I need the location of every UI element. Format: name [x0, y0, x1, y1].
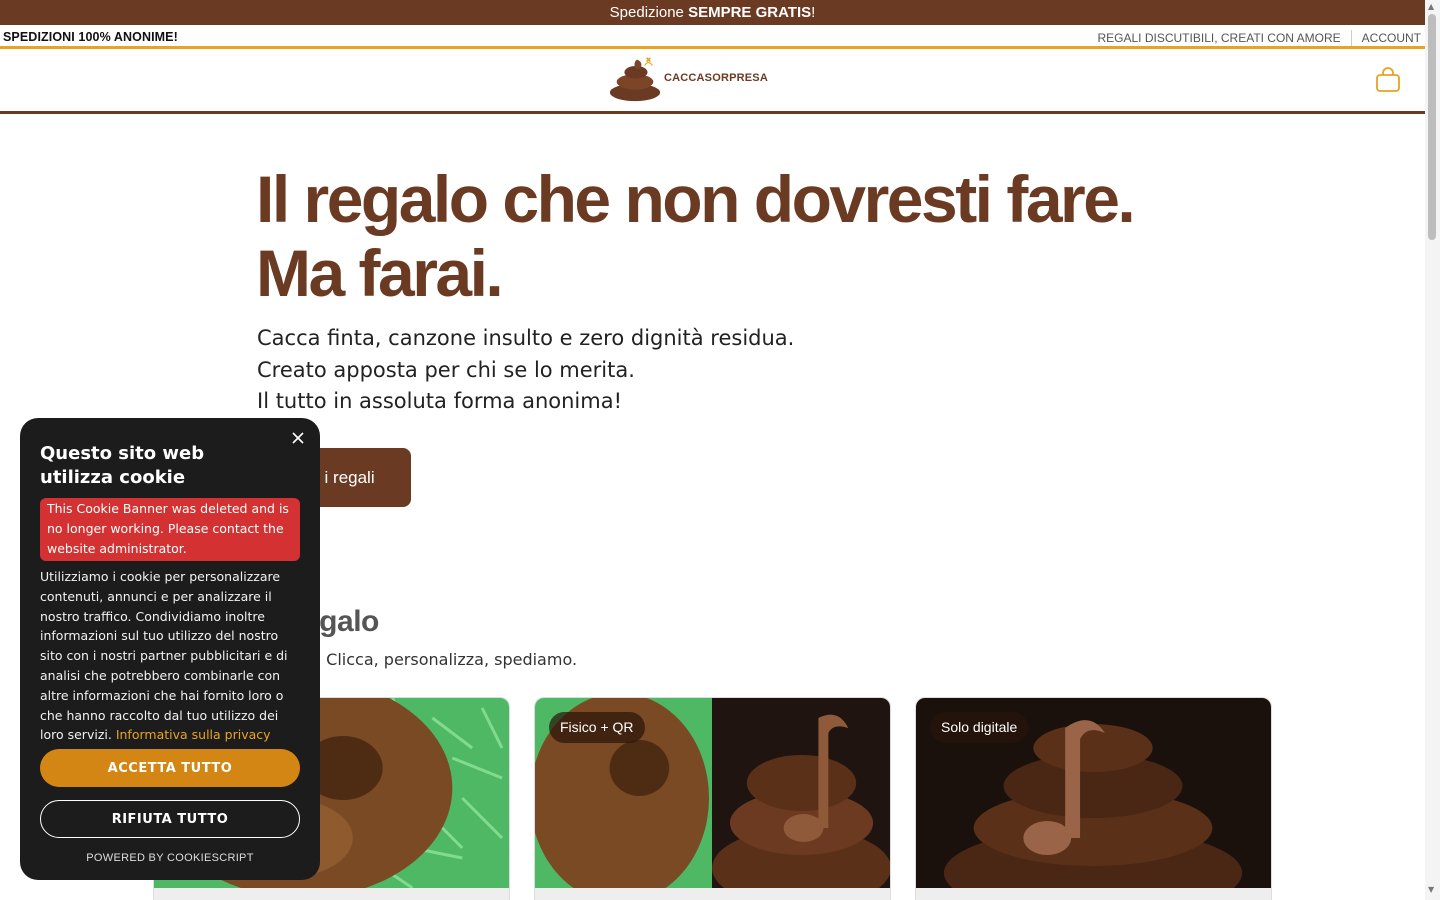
section-subtitle-text: . Clicca, personalizza, spediamo.: [316, 650, 578, 669]
hero-subtitle: Cacca finta, canzone insulto e zero dign…: [257, 323, 794, 418]
shopping-bag-icon: [1376, 67, 1400, 92]
utility-links: REGALI DISCUTIBILI, CREATI CON AMORE ACC…: [1098, 30, 1421, 46]
scroll-down-arrow-icon[interactable]: ▼: [1428, 885, 1434, 894]
tagline-link[interactable]: REGALI DISCUTIBILI, CREATI CON AMORE: [1098, 31, 1341, 45]
hero-title-line2: Ma farai.: [256, 236, 504, 310]
scroll-up-arrow-icon[interactable]: ▲: [1428, 2, 1434, 11]
product-badge: Solo digitale: [930, 712, 1029, 743]
site-logo[interactable]: CACCASORPRESA: [608, 52, 768, 104]
promo-bold: SEMPRE GRATIS: [688, 4, 812, 21]
cookie-body-text: Utilizziamo i cookie per personalizzare …: [40, 569, 288, 743]
hero-sub-line2: Creato apposta per chi se lo merita.: [257, 357, 635, 382]
reject-all-button[interactable]: RIFIUTA TUTTO: [40, 800, 300, 838]
page-scrollbar[interactable]: ▲ ▼: [1425, 0, 1440, 900]
account-link[interactable]: ACCOUNT: [1362, 31, 1421, 45]
close-icon[interactable]: [290, 430, 306, 446]
cookie-title: Questo sito web utilizza cookie: [40, 443, 205, 488]
privacy-policy-link[interactable]: Informativa sulla privacy: [116, 727, 271, 742]
cookie-error-alert: This Cookie Banner was deleted and is no…: [40, 498, 300, 561]
utility-bar: SPEDIZIONI 100% ANONIME! REGALI DISCUTIB…: [0, 25, 1425, 49]
cookie-description: Utilizziamo i cookie per personalizzare …: [40, 567, 300, 745]
cart-button[interactable]: [1374, 66, 1402, 94]
site-header: CACCASORPRESA: [0, 52, 1425, 114]
hero-sub-line1: Cacca finta, canzone insulto e zero dign…: [257, 326, 795, 350]
product-card-physical-qr[interactable]: Fisico + QR: [534, 697, 891, 900]
hero-sub-line3: Il tutto in assoluta forma anonima!: [257, 389, 622, 413]
divider: [1350, 30, 1352, 46]
anonymous-shipping-note: SPEDIZIONI 100% ANONIME!: [3, 30, 178, 44]
accept-all-button[interactable]: ACCETTA TUTTO: [40, 749, 300, 787]
promo-prefix: Spedizione: [609, 4, 689, 21]
product-badge: Fisico + QR: [549, 712, 645, 743]
product-card-digital[interactable]: Solo digitale: [915, 697, 1272, 900]
hero-title-line1: Il regalo che non dovresti fare.: [256, 162, 1136, 236]
promo-suffix: !: [811, 4, 816, 21]
scroll-thumb[interactable]: [1428, 14, 1436, 240]
hero-title: Il regalo che non dovresti fare. Ma fara…: [256, 162, 1256, 310]
promo-bar: Spedizione SEMPRE GRATIS!: [0, 0, 1425, 25]
cookie-banner: Questo sito web utilizza cookie This Coo…: [20, 418, 320, 880]
poop-logo-icon: [609, 57, 661, 102]
logo-text: CACCASORPRESA: [663, 72, 768, 84]
powered-by-cookiescript[interactable]: POWERED BY COOKIESCRIPT: [20, 852, 320, 864]
